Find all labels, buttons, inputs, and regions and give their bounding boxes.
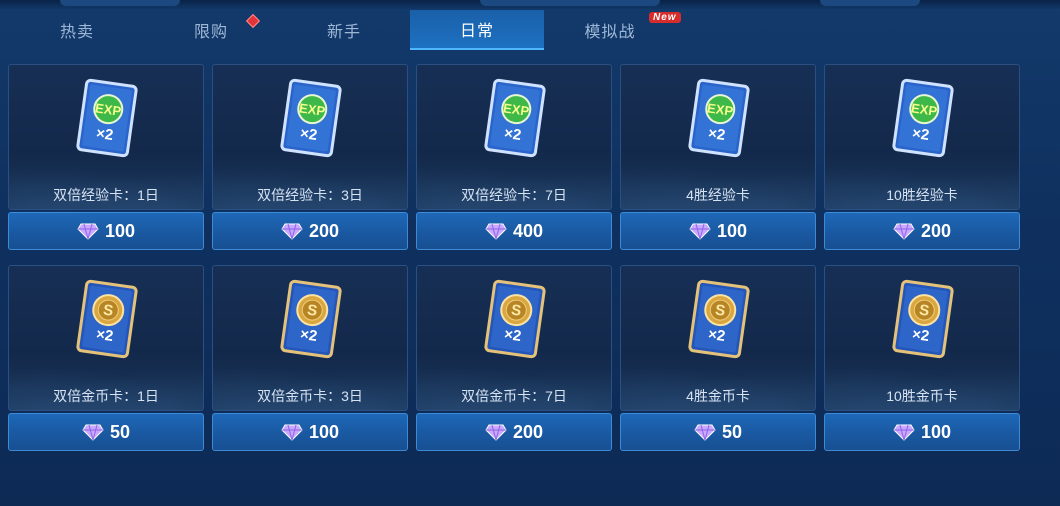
shop-item[interactable]: EXP ×2 双倍经验卡：3日 200 [212, 64, 408, 252]
diamond-gem-icon [689, 222, 711, 240]
shop-item[interactable]: EXP ×2 4胜经验卡 100 [620, 64, 816, 252]
svg-text:×2: ×2 [95, 326, 114, 345]
item-card[interactable]: S ×2 10胜金币卡 [824, 265, 1020, 411]
tab-bar: 热卖 限购 新手 日常 模拟战 New [0, 10, 1060, 50]
gold-card-icon: S ×2 [888, 278, 958, 360]
buy-button[interactable]: 100 [620, 212, 816, 250]
price-amount: 100 [920, 421, 952, 442]
item-name: 双倍金币卡：1日 [53, 388, 159, 404]
gold-card-icon: S ×2 [684, 278, 754, 360]
notification-dot [245, 13, 261, 29]
price-amount: 200 [920, 220, 952, 241]
exp-card-icon: EXP ×2 [888, 77, 958, 159]
price-amount: 400 [512, 220, 544, 241]
diamond-gem-icon [281, 423, 303, 441]
buy-button[interactable]: 200 [824, 212, 1020, 250]
diamond-gem-icon [485, 423, 507, 441]
price-amount: 50 [721, 421, 743, 442]
buy-button[interactable]: 50 [8, 413, 204, 451]
buy-button[interactable]: 100 [8, 212, 204, 250]
gold-card-icon: S ×2 [72, 278, 142, 360]
buy-button[interactable]: 200 [416, 413, 612, 451]
price-amount: 50 [109, 421, 131, 442]
svg-text:×2: ×2 [911, 326, 930, 345]
top-strip-segment [820, 0, 920, 6]
new-badge: New [649, 12, 681, 23]
shop-item[interactable]: S ×2 10胜金币卡 100 [824, 265, 1020, 453]
item-name: 双倍金币卡：7日 [461, 388, 567, 404]
item-card[interactable]: S ×2 4胜金币卡 [620, 265, 816, 411]
item-card[interactable]: S ×2 双倍金币卡：1日 [8, 265, 204, 411]
shop-item[interactable]: EXP ×2 双倍经验卡：7日 400 [416, 64, 612, 252]
buy-button[interactable]: 200 [212, 212, 408, 250]
item-card[interactable]: EXP ×2 4胜经验卡 [620, 64, 816, 210]
svg-text:×2: ×2 [707, 326, 726, 345]
svg-text:×2: ×2 [503, 326, 522, 345]
tab-newbie[interactable]: 新手 [277, 10, 411, 50]
item-card[interactable]: EXP ×2 10胜经验卡 [824, 64, 1020, 210]
buy-button[interactable]: 100 [824, 413, 1020, 451]
tab-label: 限购 [193, 24, 228, 41]
item-name: 10胜金币卡 [886, 388, 958, 404]
item-card[interactable]: S ×2 双倍金币卡：3日 [212, 265, 408, 411]
shop-item[interactable]: S ×2 双倍金币卡：7日 200 [416, 265, 612, 453]
tab-label: 热卖 [59, 24, 94, 41]
diamond-gem-icon [82, 423, 104, 441]
buy-button[interactable]: 400 [416, 212, 612, 250]
tab-limited[interactable]: 限购 [144, 10, 278, 50]
svg-text:×2: ×2 [299, 125, 318, 144]
price-amount: 100 [308, 421, 340, 442]
tab-label: 日常 [459, 23, 494, 40]
item-name: 双倍经验卡：7日 [461, 187, 567, 203]
price-amount: 200 [308, 220, 340, 241]
item-name: 10胜经验卡 [886, 187, 958, 203]
tab-simulation[interactable]: 模拟战 New [543, 10, 681, 50]
diamond-gem-icon [893, 222, 915, 240]
shop-item[interactable]: EXP ×2 双倍经验卡：1日 100 [8, 64, 204, 252]
gold-card-icon: S ×2 [276, 278, 346, 360]
exp-card-icon: EXP ×2 [72, 77, 142, 159]
shop-item[interactable]: EXP ×2 10胜经验卡 200 [824, 64, 1020, 252]
svg-text:×2: ×2 [299, 326, 318, 345]
shop-item[interactable]: S ×2 双倍金币卡：3日 100 [212, 265, 408, 453]
tab-daily[interactable]: 日常 [410, 10, 544, 50]
item-card[interactable]: S ×2 双倍金币卡：7日 [416, 265, 612, 411]
buy-button[interactable]: 50 [620, 413, 816, 451]
exp-card-icon: EXP ×2 [480, 77, 550, 159]
buy-button[interactable]: 100 [212, 413, 408, 451]
svg-text:×2: ×2 [95, 125, 114, 144]
gold-card-icon: S ×2 [480, 278, 550, 360]
price-amount: 100 [104, 220, 136, 241]
price-amount: 200 [512, 421, 544, 442]
diamond-gem-icon [485, 222, 507, 240]
svg-text:×2: ×2 [707, 125, 726, 144]
item-card[interactable]: EXP ×2 双倍经验卡：7日 [416, 64, 612, 210]
item-name: 4胜经验卡 [686, 187, 750, 203]
shop-item[interactable]: S ×2 4胜金币卡 50 [620, 265, 816, 453]
svg-text:×2: ×2 [911, 125, 930, 144]
top-strip [0, 0, 1060, 10]
item-card[interactable]: EXP ×2 双倍经验卡：1日 [8, 64, 204, 210]
shop-item[interactable]: S ×2 双倍金币卡：1日 50 [8, 265, 204, 453]
price-amount: 100 [716, 220, 748, 241]
diamond-gem-icon [281, 222, 303, 240]
tab-label: 新手 [326, 24, 361, 41]
item-name: 4胜金币卡 [686, 388, 750, 404]
item-name: 双倍经验卡：1日 [53, 187, 159, 203]
tab-hot[interactable]: 热卖 [10, 10, 144, 50]
item-name: 双倍经验卡：3日 [257, 187, 363, 203]
exp-card-icon: EXP ×2 [684, 77, 754, 159]
item-name: 双倍金币卡：3日 [257, 388, 363, 404]
diamond-gem-icon [694, 423, 716, 441]
top-strip-segment [60, 0, 180, 6]
exp-card-icon: EXP ×2 [276, 77, 346, 159]
diamond-gem-icon [77, 222, 99, 240]
item-card[interactable]: EXP ×2 双倍经验卡：3日 [212, 64, 408, 210]
diamond-gem-icon [893, 423, 915, 441]
svg-text:×2: ×2 [503, 125, 522, 144]
top-strip-segment [480, 0, 660, 6]
tab-label: 模拟战 [584, 24, 636, 41]
